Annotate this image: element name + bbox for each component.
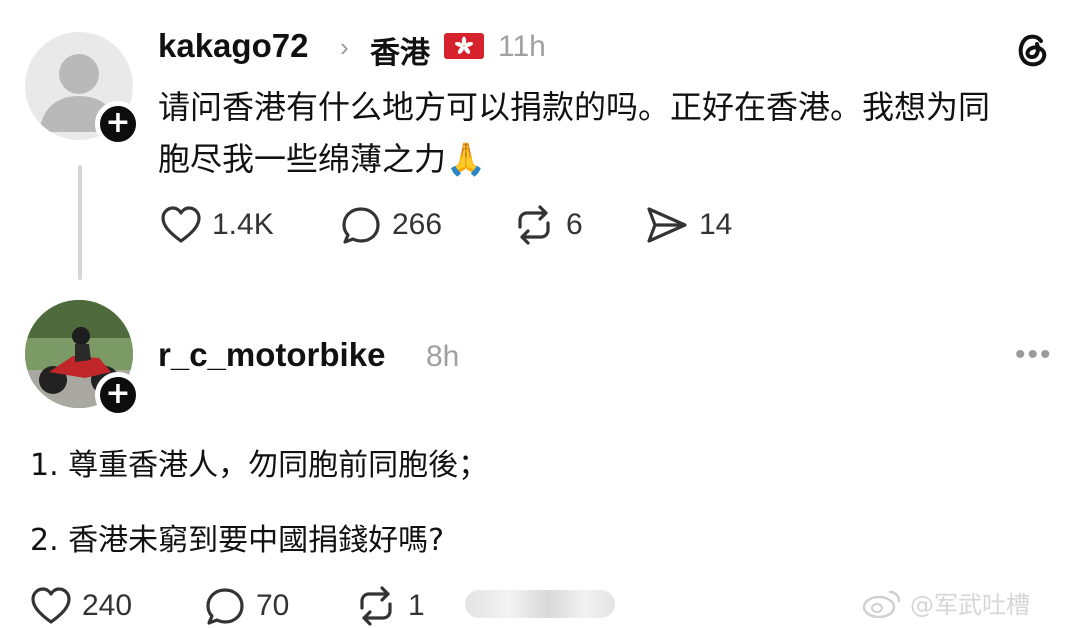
- praying-hands-emoji: 🙏: [446, 140, 486, 178]
- post-location[interactable]: 香港: [370, 28, 430, 72]
- post-body: 请问香港有什么地方可以捐款的吗。正好在香港。我想为同 胞尽我一些绵薄之力🙏: [158, 81, 1058, 185]
- threads-logo-icon[interactable]: [1010, 27, 1054, 71]
- comment-icon: [206, 588, 244, 625]
- share-button[interactable]: 14: [645, 205, 732, 245]
- follow-button[interactable]: +: [95, 101, 141, 147]
- reply-repost-button[interactable]: 1: [354, 586, 425, 626]
- blurred-overlay: [465, 590, 615, 618]
- reply-timestamp: 8h: [426, 340, 460, 373]
- watermark: @军武吐槽: [862, 585, 1030, 620]
- reply-text-line-2: 2. 香港未窮到要中國捐錢好嗎?: [30, 523, 445, 558]
- like-button[interactable]: 1.4K: [160, 205, 274, 245]
- reply-like-count: 240: [82, 589, 133, 622]
- reply-username[interactable]: r_c_motorbike: [158, 336, 385, 374]
- like-count: 1.4K: [212, 208, 274, 241]
- share-icon: [647, 207, 687, 243]
- repost-icon: [518, 205, 550, 245]
- repost-icon: [360, 586, 392, 626]
- chevron-right-icon: ›: [340, 32, 349, 62]
- more-options-icon[interactable]: •••: [1015, 338, 1053, 372]
- reply-comment-count: 70: [256, 589, 290, 622]
- thread-connector-line: [78, 165, 82, 280]
- hong-kong-flag-icon: [444, 33, 484, 59]
- reply-comment-button[interactable]: 70: [204, 586, 289, 626]
- post-username[interactable]: kakago72: [158, 27, 308, 65]
- weibo-logo-icon: [862, 590, 901, 618]
- reply-repost-count: 1: [408, 589, 425, 622]
- repost-button[interactable]: 6: [512, 205, 583, 245]
- follow-button-reply[interactable]: +: [95, 372, 141, 418]
- share-count: 14: [699, 208, 733, 241]
- comment-icon: [342, 207, 380, 244]
- reply-like-button[interactable]: 240: [30, 586, 132, 626]
- heart-icon: [161, 206, 201, 243]
- post-text-line-2: 胞尽我一些绵薄之力🙏: [158, 133, 1058, 185]
- comment-button[interactable]: 266: [340, 205, 442, 245]
- repost-count: 6: [566, 208, 583, 241]
- watermark-text: @军武吐槽: [910, 591, 1030, 619]
- comment-count: 266: [392, 208, 443, 241]
- post-text-line-1: 请问香港有什么地方可以捐款的吗。正好在香港。我想为同: [158, 88, 991, 126]
- post-timestamp: 11h: [498, 30, 546, 63]
- heart-icon: [31, 587, 71, 624]
- reply-text-line-1: 1. 尊重香港人，勿同胞前同胞後；: [30, 448, 489, 483]
